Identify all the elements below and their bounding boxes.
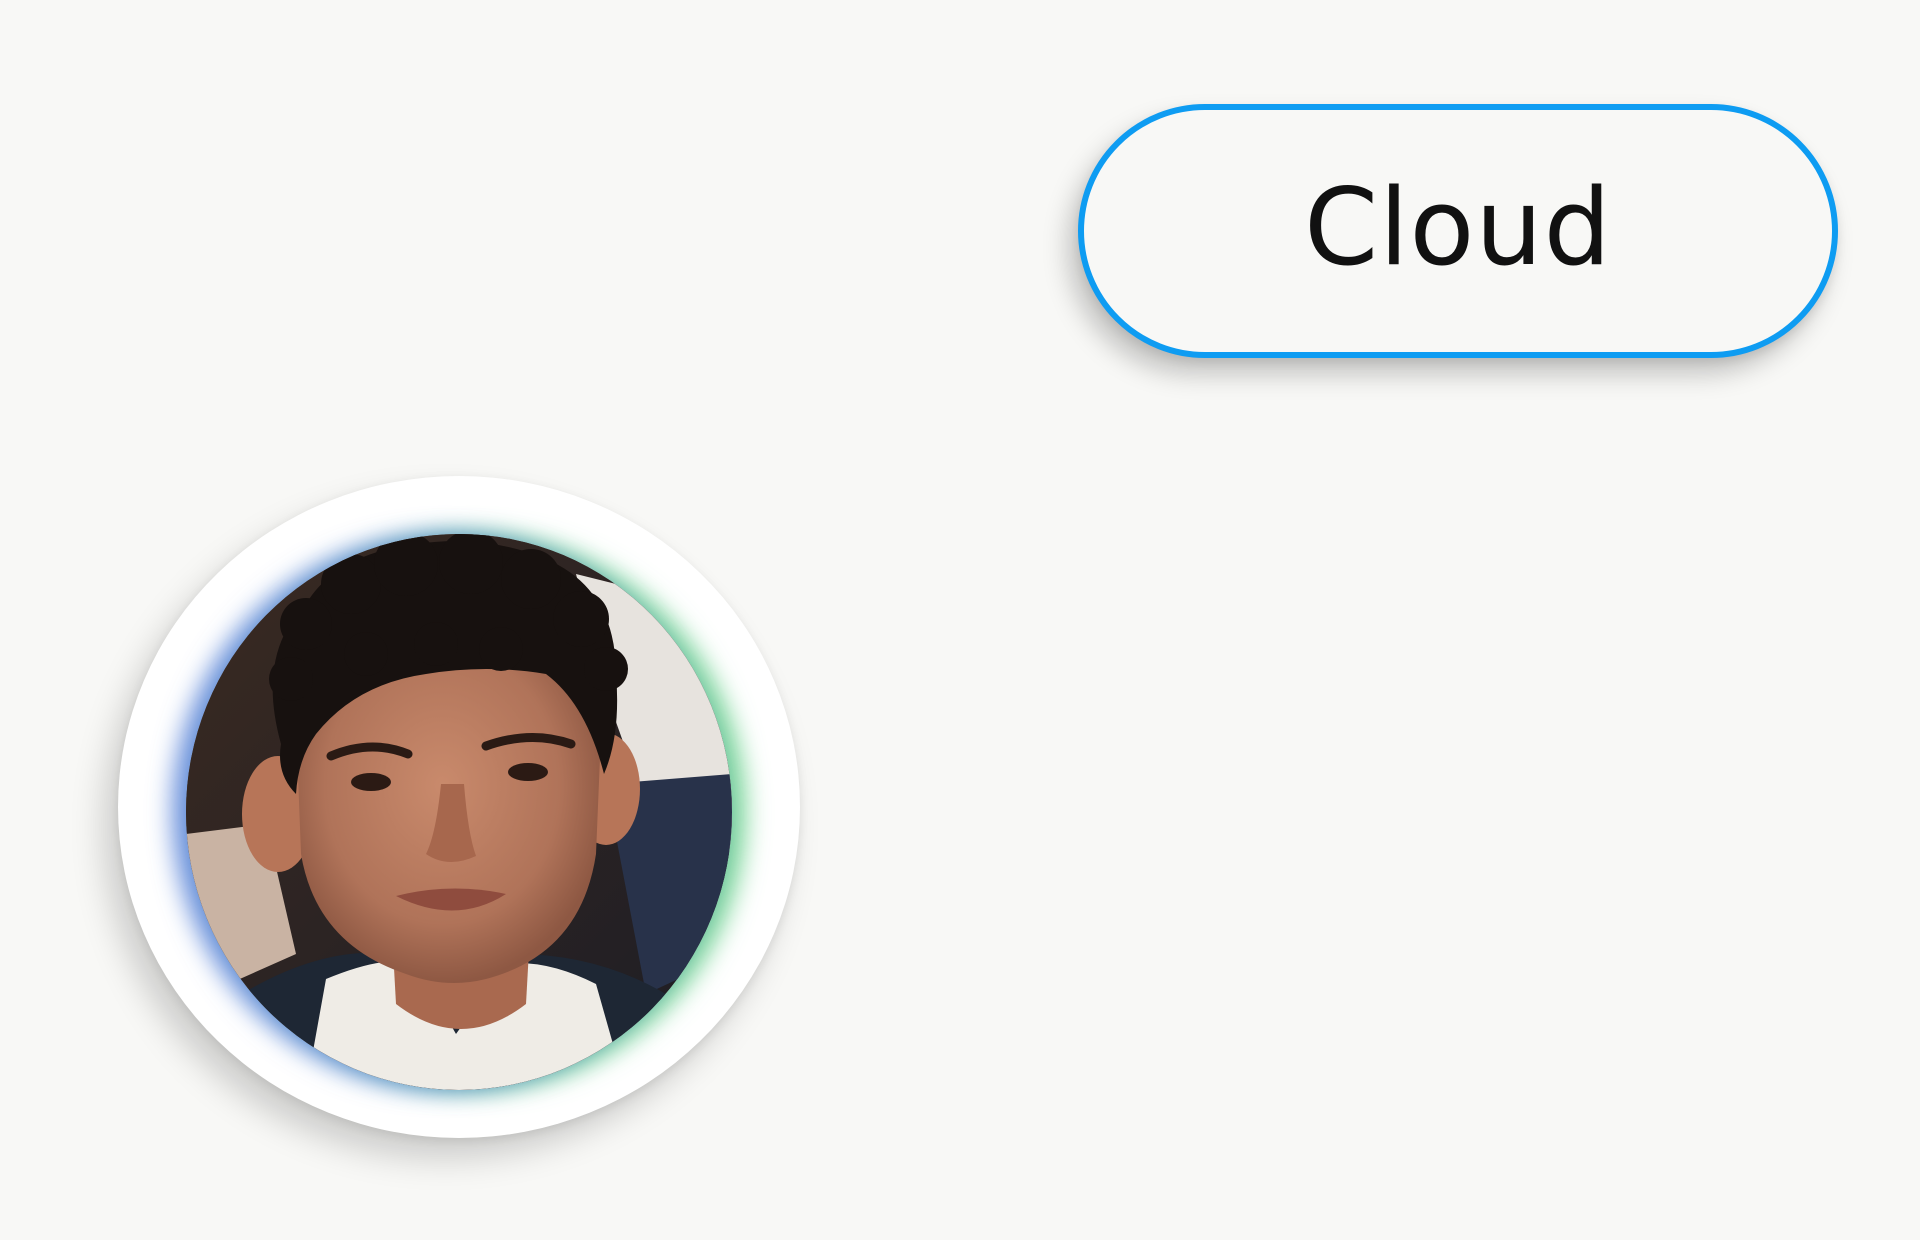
avatar-photo (186, 534, 732, 1090)
avatar-portrait-image (186, 534, 732, 1090)
cloud-button-label: Cloud (1304, 166, 1612, 289)
avatar[interactable] (118, 476, 800, 1138)
cloud-button[interactable]: Cloud (1078, 104, 1838, 358)
